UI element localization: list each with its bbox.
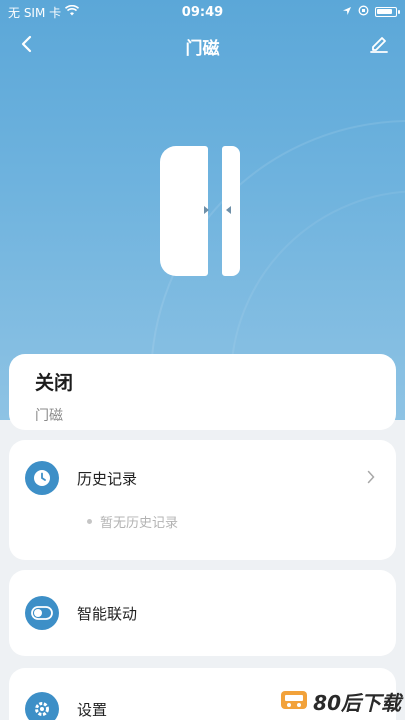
linkage-label: 智能联动 bbox=[77, 604, 138, 623]
location-icon bbox=[342, 5, 352, 19]
chevron-right-icon bbox=[364, 470, 378, 484]
history-empty-text: 暂无历史记录 bbox=[100, 516, 179, 531]
toggle-icon bbox=[25, 596, 59, 630]
history-empty-note: 暂无历史记录 bbox=[87, 512, 178, 531]
watermark: 80后下载 bbox=[279, 687, 401, 716]
wifi-icon bbox=[65, 4, 80, 19]
back-button[interactable] bbox=[12, 32, 40, 60]
status-bar: 无 SIM 卡 09:49 bbox=[0, 0, 405, 24]
page-title: 门磁 bbox=[185, 38, 220, 59]
history-row[interactable]: 历史记录 bbox=[25, 461, 137, 495]
linkage-row[interactable]: 智能联动 bbox=[25, 596, 137, 630]
alignment-marker bbox=[226, 206, 231, 214]
edit-button[interactable] bbox=[365, 32, 393, 60]
watermark-text: 80后下载 bbox=[313, 691, 401, 715]
status-time: 09:49 bbox=[181, 4, 224, 20]
linkage-card[interactable]: 智能联动 bbox=[9, 570, 396, 656]
pencil-icon bbox=[369, 35, 389, 57]
battery-icon bbox=[375, 7, 400, 17]
alignment-marker bbox=[204, 206, 209, 214]
nav-bar: 门磁 bbox=[0, 28, 405, 64]
settings-label: 设置 bbox=[77, 700, 108, 719]
bullet-dot bbox=[87, 519, 92, 524]
device-name: 门磁 bbox=[35, 408, 63, 424]
door-panel bbox=[160, 146, 208, 276]
watermark-logo-icon bbox=[279, 688, 309, 716]
device-state-value: 关闭 bbox=[35, 372, 74, 394]
gear-icon bbox=[25, 692, 59, 720]
device-status-card: 关闭 门磁 bbox=[9, 354, 396, 430]
clock-icon bbox=[25, 461, 59, 495]
history-label: 历史记录 bbox=[77, 469, 138, 488]
orientation-lock-icon bbox=[358, 5, 369, 19]
door-sensor-illustration bbox=[160, 146, 242, 278]
settings-row[interactable]: 设置 bbox=[25, 692, 107, 720]
history-card[interactable]: 历史记录 暂无历史记录 bbox=[9, 440, 396, 560]
sensor-panel bbox=[222, 146, 240, 276]
carrier-label: 无 SIM 卡 bbox=[8, 5, 62, 20]
chevron-left-icon bbox=[20, 35, 32, 57]
